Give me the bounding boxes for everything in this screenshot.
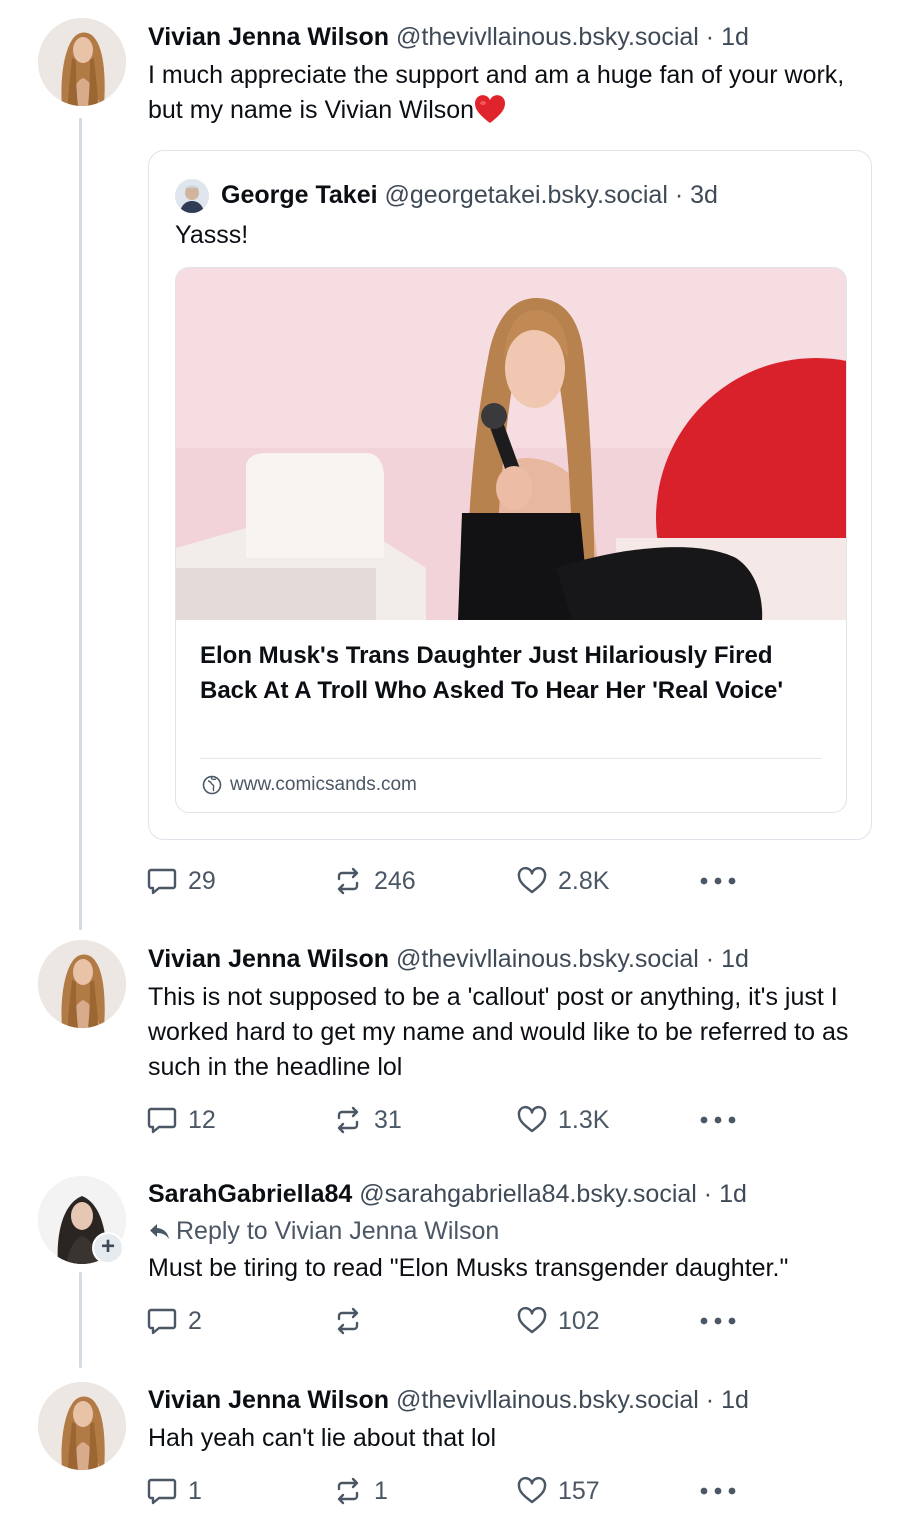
separator: · — [705, 1386, 715, 1414]
post-actions: 2 102 — [146, 1304, 746, 1338]
post-header: Vivian Jenna Wilson @thevivllainous.bsky… — [148, 22, 749, 52]
more-options-button[interactable] — [698, 1474, 738, 1508]
repost-button[interactable]: 31 — [332, 1103, 402, 1137]
heart-icon — [516, 1305, 548, 1337]
like-count: 1.3K — [558, 1105, 610, 1134]
like-count: 102 — [558, 1306, 600, 1335]
more-icon — [698, 1485, 738, 1497]
separator: · — [705, 23, 715, 51]
reply-icon — [146, 1104, 178, 1136]
avatar[interactable] — [38, 940, 126, 1028]
avatar[interactable] — [38, 1382, 126, 1470]
more-icon — [698, 1315, 738, 1327]
repost-button[interactable] — [332, 1304, 374, 1338]
heart-icon — [516, 865, 548, 897]
quoted-avatar[interactable] — [175, 179, 209, 213]
post-time[interactable]: 1d — [721, 1386, 749, 1414]
like-button[interactable]: 2.8K — [516, 864, 609, 898]
reply-button[interactable]: 12 — [146, 1103, 216, 1137]
author-handle[interactable]: @thevivllainous.bsky.social — [396, 1386, 699, 1414]
like-button[interactable]: 157 — [516, 1474, 600, 1508]
author-handle[interactable]: @thevivllainous.bsky.social — [396, 945, 699, 973]
more-options-button[interactable] — [698, 1304, 738, 1338]
reply-arrow-icon — [150, 1224, 169, 1239]
avatar[interactable] — [38, 18, 126, 106]
author-name[interactable]: Vivian Jenna Wilson — [148, 1386, 389, 1414]
thread-line — [79, 118, 82, 930]
repost-count: 1 — [374, 1476, 388, 1505]
reply-count: 2 — [188, 1306, 202, 1335]
like-button[interactable]: 102 — [516, 1304, 600, 1338]
reply-to-text: Reply to Vivian Jenna Wilson — [176, 1217, 500, 1245]
reply-button[interactable]: 1 — [146, 1474, 202, 1508]
post-text: Must be tiring to read "Elon Musks trans… — [148, 1254, 789, 1282]
repost-count: 246 — [374, 866, 416, 895]
post-actions: 12 31 1.3K — [146, 1103, 746, 1137]
author-name[interactable]: Vivian Jenna Wilson — [148, 945, 389, 973]
reply-count: 12 — [188, 1105, 216, 1134]
heart-icon — [516, 1104, 548, 1136]
heart-emoji-icon — [475, 95, 506, 123]
repost-button[interactable]: 1 — [332, 1474, 388, 1508]
like-button[interactable]: 1.3K — [516, 1103, 609, 1137]
quoted-text: Yasss! — [175, 221, 249, 249]
follow-plus-button[interactable]: + — [92, 1232, 124, 1264]
reply-button[interactable]: 2 — [146, 1304, 202, 1338]
link-preview-card[interactable]: Elon Musk's Trans Daughter Just Hilariou… — [175, 267, 847, 813]
more-icon — [698, 875, 738, 887]
post-actions: 1 1 157 — [146, 1474, 746, 1508]
more-options-button[interactable] — [698, 1103, 738, 1137]
reply-to-label[interactable]: Reply to Vivian Jenna Wilson — [148, 1216, 499, 1246]
quoted-author-handle[interactable]: @georgetakei.bsky.social — [385, 181, 668, 209]
repost-count: 31 — [374, 1105, 402, 1134]
repost-icon — [332, 1104, 364, 1136]
quoted-author-name[interactable]: George Takei — [221, 181, 378, 209]
more-options-button[interactable] — [698, 864, 738, 898]
post-text: This is not supposed to be a 'callout' p… — [148, 983, 849, 1081]
thread-line — [79, 1272, 82, 1368]
post-time[interactable]: 1d — [721, 23, 749, 51]
reply-icon — [146, 1475, 178, 1507]
author-name[interactable]: Vivian Jenna Wilson — [148, 23, 389, 51]
author-name[interactable]: SarahGabriella84 — [148, 1180, 352, 1208]
repost-button[interactable]: 246 — [332, 864, 416, 898]
reply-icon — [146, 865, 178, 897]
reply-button[interactable]: 29 — [146, 864, 216, 898]
reply-count: 29 — [188, 866, 216, 895]
more-icon — [698, 1114, 738, 1126]
reply-count: 1 — [188, 1476, 202, 1505]
reply-icon — [146, 1305, 178, 1337]
link-preview-image — [176, 268, 846, 620]
post-text: I much appreciate the support and am a h… — [148, 58, 868, 128]
like-count: 2.8K — [558, 866, 610, 895]
post-time[interactable]: 1d — [721, 945, 749, 973]
separator: · — [703, 1180, 713, 1208]
post-header: SarahGabriella84 @sarahgabriella84.bsky.… — [148, 1179, 747, 1209]
repost-icon — [332, 1475, 364, 1507]
quoted-header: George Takei @georgetakei.bsky.social · … — [221, 179, 718, 211]
globe-icon — [202, 775, 222, 795]
heart-icon — [516, 1475, 548, 1507]
separator: · — [674, 181, 684, 209]
author-handle[interactable]: @sarahgabriella84.bsky.social — [359, 1180, 697, 1208]
link-domain[interactable]: www.comicsands.com — [202, 772, 417, 798]
like-count: 157 — [558, 1476, 600, 1505]
post-text: Hah yeah can't lie about that lol — [148, 1424, 497, 1452]
post-time[interactable]: 1d — [719, 1180, 747, 1208]
author-handle[interactable]: @thevivllainous.bsky.social — [396, 23, 699, 51]
repost-icon — [332, 865, 364, 897]
repost-icon — [332, 1305, 364, 1337]
quoted-post[interactable]: George Takei @georgetakei.bsky.social · … — [148, 150, 872, 840]
link-title[interactable]: Elon Musk's Trans Daughter Just Hilariou… — [200, 638, 824, 708]
post-header: Vivian Jenna Wilson @thevivllainous.bsky… — [148, 1385, 749, 1415]
post-header: Vivian Jenna Wilson @thevivllainous.bsky… — [148, 944, 749, 974]
divider — [200, 758, 822, 759]
quoted-time[interactable]: 3d — [690, 181, 718, 209]
link-domain-text: www.comicsands.com — [230, 774, 417, 795]
post-actions: 29 246 2.8K — [146, 864, 746, 898]
separator: · — [705, 945, 715, 973]
